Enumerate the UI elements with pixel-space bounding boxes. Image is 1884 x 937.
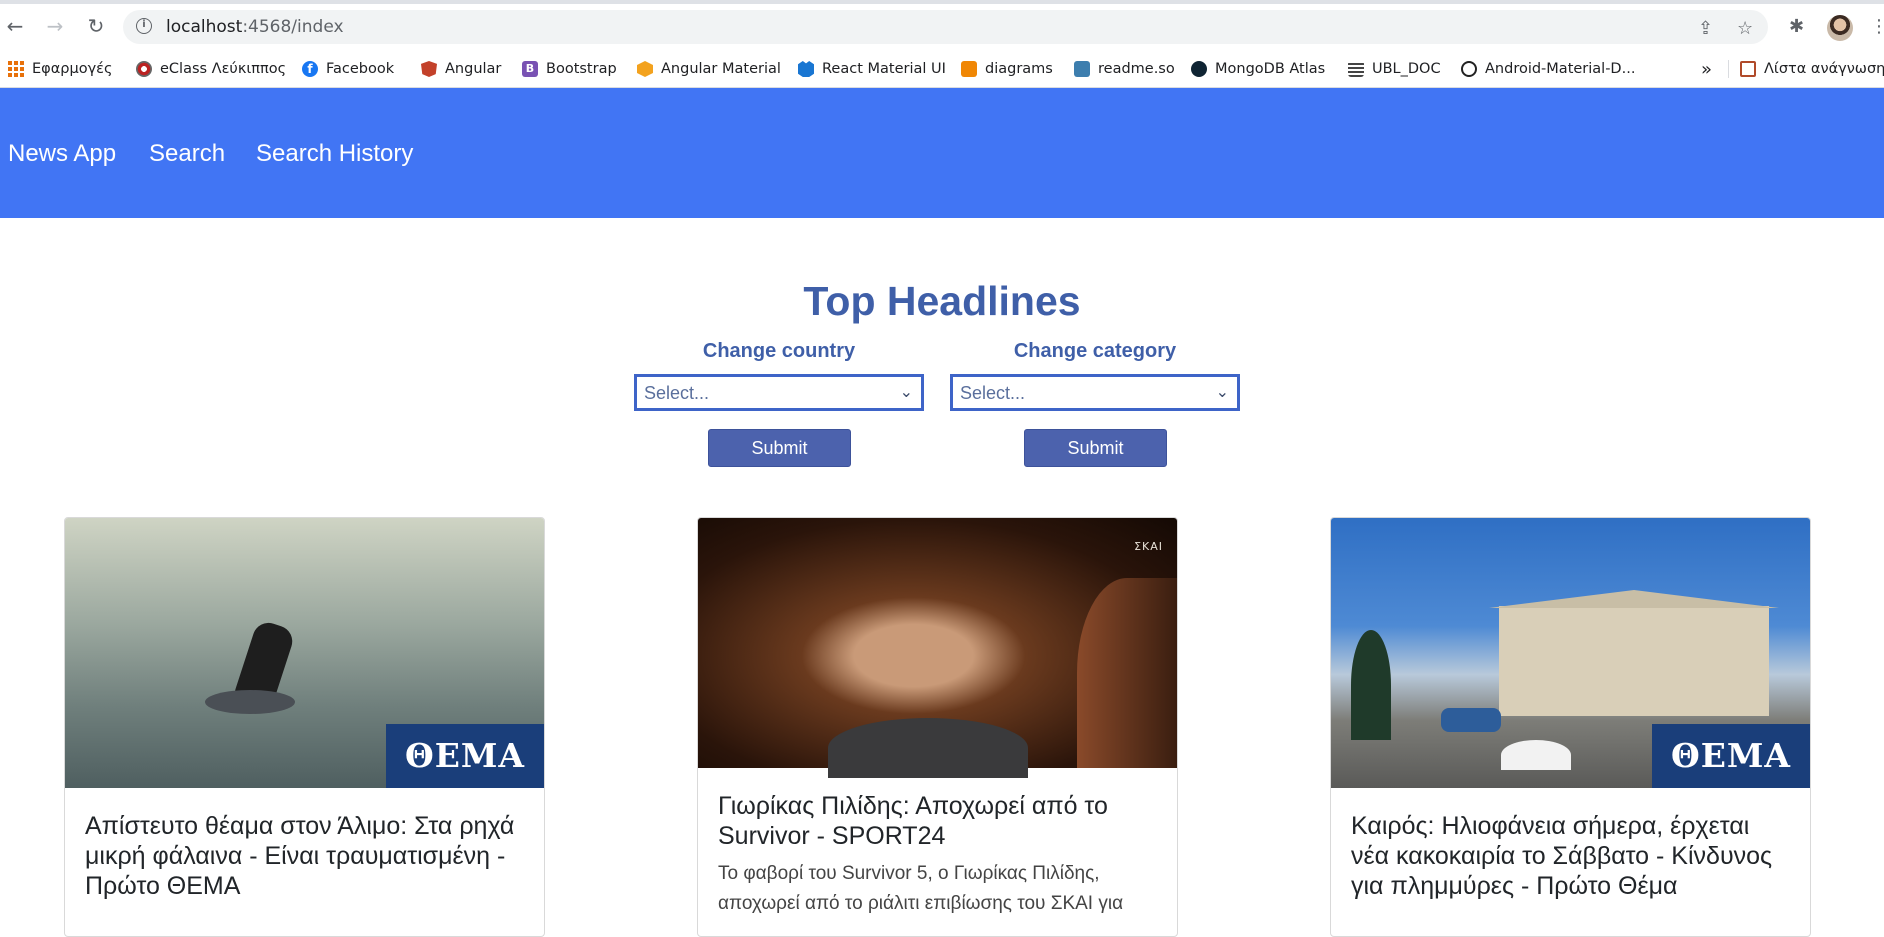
reading-list-icon bbox=[1740, 61, 1756, 77]
article-title[interactable]: Απίστευτο θέαμα στον Άλιμο: Στα ρηχά μικ… bbox=[85, 811, 526, 901]
ubl-icon bbox=[1348, 61, 1364, 77]
bookmark-diagrams[interactable]: diagrams bbox=[961, 59, 1053, 79]
bookmark-label: Angular Material bbox=[661, 61, 781, 77]
material-ui-icon bbox=[798, 61, 814, 77]
extensions-icon[interactable]: ✱ bbox=[1789, 16, 1804, 37]
background-person-figure bbox=[1077, 578, 1177, 768]
article-card[interactable]: ΣΚΑΙ Γιωρίκας Πιλίδης: Αποχωρεί από το S… bbox=[697, 517, 1178, 937]
bookmark-angular[interactable]: Angular bbox=[421, 59, 501, 79]
mongodb-icon bbox=[1191, 61, 1207, 77]
bookmark-facebook[interactable]: f Facebook bbox=[302, 59, 394, 79]
back-icon[interactable]: ← bbox=[3, 14, 27, 38]
country-submit-button[interactable]: Submit bbox=[708, 429, 851, 467]
bookmark-label: Bootstrap bbox=[546, 61, 617, 77]
snow-pile bbox=[1501, 740, 1571, 770]
diagrams-icon bbox=[961, 61, 977, 77]
bookmark-mongodb[interactable]: MongoDB Atlas bbox=[1191, 59, 1325, 79]
url-host: localhost bbox=[166, 17, 243, 37]
bookmark-label: Facebook bbox=[326, 61, 395, 77]
bookmark-label: readme.so bbox=[1098, 61, 1175, 77]
category-label: Change category bbox=[1013, 340, 1177, 362]
bookmarks-divider bbox=[1728, 60, 1729, 78]
source-badge: ΘΕΜΑ bbox=[386, 724, 544, 788]
article-card[interactable]: ΘΕΜΑ Απίστευτο θέαμα στον Άλιμο: Στα ρηχ… bbox=[64, 517, 545, 937]
nav-link-search[interactable]: Search bbox=[149, 140, 225, 168]
reading-list-button[interactable]: Λίστα ανάγνωσης bbox=[1740, 59, 1884, 79]
bookmark-angular-material[interactable]: Angular Material bbox=[637, 59, 781, 79]
article-description: Το φαβορί του Survivor 5, ο Γιωρίκας Πιλ… bbox=[718, 863, 1124, 914]
category-submit-button[interactable]: Submit bbox=[1024, 429, 1167, 467]
channel-watermark: ΣΚΑΙ bbox=[1134, 540, 1163, 553]
profile-avatar[interactable] bbox=[1827, 15, 1853, 41]
article-image: ΘΕΜΑ bbox=[65, 518, 544, 788]
article-card[interactable]: ΘΕΜΑ Καιρός: Ηλιοφάνεια σήμερα, έρχεται … bbox=[1330, 517, 1811, 937]
bookmark-eclass[interactable]: eClass Λεύκιππος bbox=[136, 59, 286, 79]
angular-icon bbox=[421, 61, 437, 77]
bookmark-android-material[interactable]: Android-Material-D... bbox=[1461, 59, 1635, 79]
bookmark-bootstrap[interactable]: B Bootstrap bbox=[522, 59, 617, 79]
bookmark-label: MongoDB Atlas bbox=[1215, 61, 1326, 77]
country-select-value: Select... bbox=[644, 383, 710, 403]
page-title: Top Headlines bbox=[803, 278, 1081, 324]
browser-toolbar: ← → ↻ i localhost:4568/index ⇪ ☆ ✱ ⋮ bbox=[0, 0, 1884, 50]
more-bookmarks-button[interactable]: » bbox=[1701, 58, 1713, 80]
readme-icon bbox=[1074, 61, 1090, 77]
bookmark-ubl-doc[interactable]: UBL_DOC bbox=[1348, 59, 1441, 79]
url-path: :4568/index bbox=[242, 17, 344, 37]
article-image: ΣΚΑΙ bbox=[698, 518, 1177, 778]
bookmark-label: Angular bbox=[445, 61, 502, 77]
app-navbar: News App Search Search History bbox=[0, 88, 1884, 218]
bookmark-react-material-ui[interactable]: React Material UI bbox=[798, 59, 946, 79]
url-text[interactable]: localhost:4568/index bbox=[166, 17, 344, 37]
bootstrap-icon: B bbox=[522, 61, 538, 77]
reload-icon[interactable]: ↻ bbox=[84, 14, 108, 38]
reading-list-label: Λίστα ανάγνωσης bbox=[1764, 61, 1884, 77]
contestant-figure bbox=[828, 718, 1028, 778]
angular-material-icon bbox=[637, 61, 653, 77]
bookmark-apps[interactable]: Εφαρμογές bbox=[8, 59, 113, 79]
bookmark-label: eClass Λεύκιππος bbox=[160, 61, 287, 77]
chevron-down-icon: ⌄ bbox=[1215, 384, 1229, 401]
bookmark-label: Εφαρμογές bbox=[32, 61, 113, 77]
address-bar[interactable]: i localhost:4568/index ⇪ ☆ bbox=[123, 10, 1768, 44]
bookmark-label: Android-Material-D... bbox=[1485, 61, 1636, 77]
nav-link-search-history[interactable]: Search History bbox=[256, 140, 413, 168]
share-icon[interactable]: ⇪ bbox=[1698, 18, 1713, 39]
car-figure bbox=[1441, 708, 1501, 732]
country-label: Change country bbox=[702, 340, 856, 362]
category-select-value: Select... bbox=[960, 383, 1026, 403]
bookmark-label: diagrams bbox=[985, 61, 1053, 77]
chevron-down-icon: ⌄ bbox=[899, 384, 913, 401]
facebook-icon: f bbox=[302, 61, 318, 77]
forward-icon[interactable]: → bbox=[43, 14, 67, 38]
menu-icon[interactable]: ⋮ bbox=[1870, 16, 1884, 37]
parliament-roof bbox=[1489, 590, 1779, 608]
source-badge: ΘΕΜΑ bbox=[1652, 724, 1810, 788]
star-icon[interactable]: ☆ bbox=[1737, 18, 1753, 39]
site-info-icon[interactable]: i bbox=[136, 18, 152, 34]
apps-icon bbox=[8, 61, 24, 77]
bookmarks-bar: Εφαρμογές eClass Λεύκιππος f Facebook An… bbox=[0, 50, 1884, 88]
tree-figure bbox=[1351, 630, 1391, 740]
country-select[interactable]: Select... ⌄ bbox=[634, 374, 924, 411]
article-image: ΘΕΜΑ bbox=[1331, 518, 1810, 788]
more-bookmarks-label: » bbox=[1701, 58, 1713, 80]
category-select[interactable]: Select... ⌄ bbox=[950, 374, 1240, 411]
bookmark-readme[interactable]: readme.so bbox=[1074, 59, 1175, 79]
parliament-building bbox=[1499, 606, 1769, 716]
github-icon bbox=[1461, 61, 1477, 77]
eclass-icon bbox=[136, 61, 152, 77]
article-title[interactable]: Γιωρίκας Πιλίδης: Αποχωρεί από το Surviv… bbox=[718, 791, 1159, 851]
whale-figure bbox=[205, 690, 295, 714]
brand-link[interactable]: News App bbox=[8, 140, 116, 168]
bookmark-label: React Material UI bbox=[822, 61, 946, 77]
bookmark-label: UBL_DOC bbox=[1372, 61, 1441, 77]
article-title[interactable]: Καιρός: Ηλιοφάνεια σήμερα, έρχεται νέα κ… bbox=[1351, 811, 1792, 901]
